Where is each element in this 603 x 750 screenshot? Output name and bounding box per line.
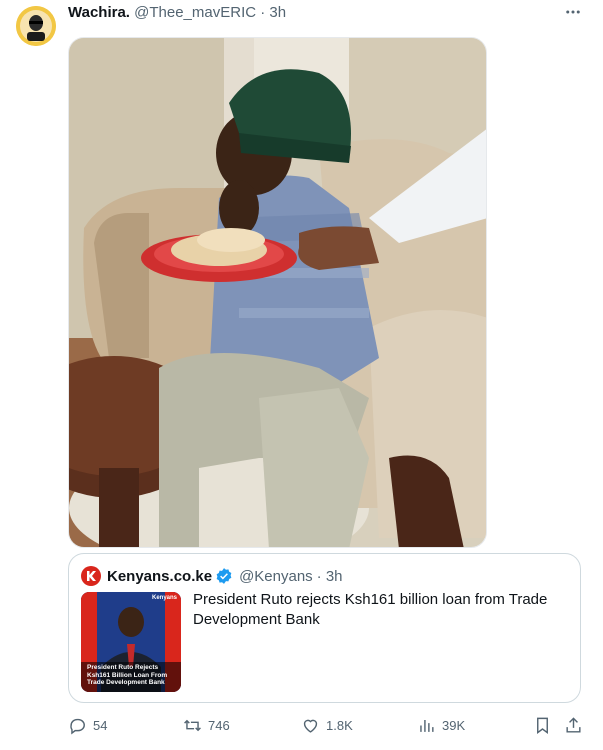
tweet-time[interactable]: · 3h <box>260 4 286 21</box>
share-icon <box>566 716 581 733</box>
like-icon <box>303 719 318 733</box>
thumb-brand: Kenyans <box>151 595 177 601</box>
tweet[interactable]: Wachira. @Thee_mavERIC · 3h Kenyans.co.k… <box>0 0 603 750</box>
share-button[interactable] <box>564 713 589 737</box>
kenyans-logo-icon[interactable] <box>81 566 101 586</box>
repost-count: 746 <box>208 717 230 733</box>
quote-time[interactable]: · 3h <box>317 568 343 585</box>
tweet-header: Wachira. @Thee_mavERIC · 3h <box>68 4 286 22</box>
verified-icon <box>215 567 233 585</box>
views-count: 39K <box>442 717 466 733</box>
like-count: 1.8K <box>326 717 353 733</box>
author-handle[interactable]: @Thee_mavERIC <box>134 4 256 21</box>
thumb-caption: President Ruto Rejects Ksh161 Billion Lo… <box>87 664 168 686</box>
quote-text[interactable]: President Ruto rejects Ksh161 billion lo… <box>193 590 563 630</box>
reply-count: 54 <box>93 717 108 733</box>
views-button[interactable]: 39K <box>417 713 465 737</box>
avatar[interactable] <box>16 6 56 46</box>
more-icon[interactable] <box>563 2 583 22</box>
quote-header: Kenyans.co.ke @Kenyans · 3h <box>107 567 343 585</box>
reply-icon <box>70 718 85 734</box>
quote-author-name[interactable]: Kenyans.co.ke <box>107 568 212 585</box>
like-button[interactable]: 1.8K <box>301 713 353 737</box>
bookmark-icon <box>537 717 548 734</box>
tweet-photo[interactable] <box>68 37 487 548</box>
reply-button[interactable]: 54 <box>68 713 107 737</box>
quote-thumbnail[interactable]: Kenyans President Ruto Rejects Ksh161 Bi… <box>81 592 181 692</box>
views-icon <box>420 719 434 732</box>
repost-button[interactable]: 746 <box>183 713 230 737</box>
quote-author-handle[interactable]: @Kenyans <box>239 568 313 585</box>
repost-icon <box>184 719 201 731</box>
action-bar: 54 746 1.8K 39K <box>68 713 588 737</box>
author-name[interactable]: Wachira. <box>68 4 130 21</box>
quoted-tweet[interactable]: Kenyans.co.ke @Kenyans · 3h Kenyans Pres… <box>68 553 581 703</box>
bookmark-button[interactable] <box>533 713 558 737</box>
